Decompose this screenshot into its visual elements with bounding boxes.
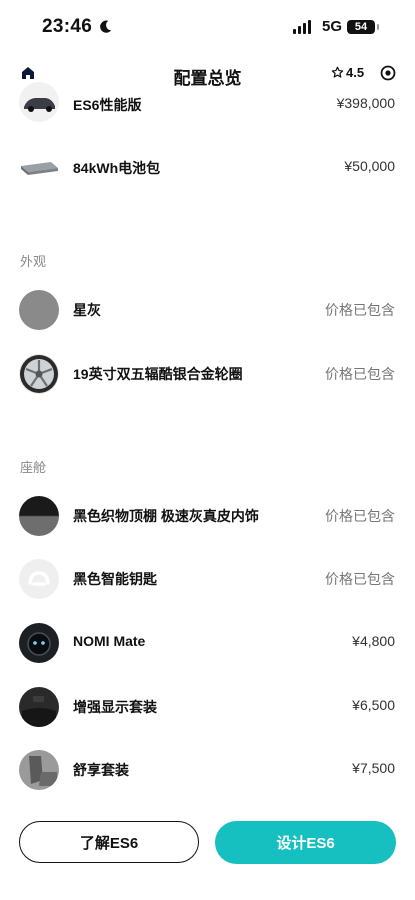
list-item-price: 价格已包含 [325, 571, 395, 587]
list-item-label: 19英寸双五辐酷银合金轮圈 [73, 366, 243, 382]
list-item-price: 价格已包含 [325, 302, 395, 318]
list-item-interior[interactable]: 黑色织物顶棚 极速灰真皮内饰 价格已包含 [0, 490, 415, 542]
list-item-label: 84kWh电池包 [73, 160, 161, 176]
list-item-label: ES6性能版 [73, 97, 142, 113]
list-item-price: ¥7,500 [352, 760, 395, 776]
signal-bars-icon [293, 20, 311, 34]
list-item-label: 舒享套装 [73, 762, 129, 778]
display-thumb [19, 687, 59, 727]
learn-button[interactable]: 了解ES6 [19, 821, 199, 863]
list-item-wheel[interactable]: 19英寸双五辐酷银合金轮圈 价格已包含 [0, 348, 415, 400]
battery-level: 54 [354, 21, 368, 33]
list-item-label: 黑色智能钥匙 [73, 571, 157, 587]
list-item-label: 黑色织物顶棚 极速灰真皮内饰 [73, 508, 259, 524]
paint-swatch-thumb [19, 290, 59, 330]
key-thumb [19, 559, 59, 599]
list-item-price: ¥398,000 [336, 95, 395, 111]
nomi-thumb [19, 623, 59, 663]
list-item-paint[interactable]: 星灰 价格已包含 [0, 284, 415, 336]
list-item-price: ¥4,800 [352, 633, 395, 649]
list-item-label: 增强显示套装 [73, 699, 157, 715]
list-item-label: NOMI Mate [73, 633, 146, 649]
wheel-thumb [19, 354, 59, 394]
network-label: 5G [322, 18, 343, 35]
moon-icon [100, 20, 112, 33]
bottom-action-bar: 了解ES6 设计ES6 [0, 812, 415, 874]
list-item-seat[interactable]: 舒享套装 ¥7,500 [0, 744, 415, 796]
list-item-price: ¥50,000 [344, 158, 395, 174]
list-item-price: ¥6,500 [352, 697, 395, 713]
status-time: 23:46 [42, 16, 93, 37]
list-item-battery[interactable]: 84kWh电池包 ¥50,000 [0, 142, 415, 194]
list-item-nomi[interactable]: NOMI Mate ¥4,800 [0, 617, 415, 669]
section-title-cabin: 座舱 [20, 460, 47, 475]
section-title-exterior: 外观 [20, 254, 47, 269]
interior-swatch-thumb [19, 496, 59, 536]
car-thumb [19, 82, 59, 122]
list-item-price: 价格已包含 [325, 508, 395, 524]
list-item-car[interactable]: ES6性能版 ¥398,000 [0, 78, 415, 130]
list-item-price: 价格已包含 [325, 366, 395, 382]
battery-pack-thumb [19, 148, 59, 188]
list-item-display[interactable]: 增强显示套装 ¥6,500 [0, 681, 415, 733]
design-button[interactable]: 设计ES6 [215, 821, 396, 864]
seat-thumb [19, 750, 59, 790]
list-item-key[interactable]: 黑色智能钥匙 价格已包含 [0, 553, 415, 605]
battery-indicator: 54 [347, 20, 379, 34]
status-bar: 23:46 5G 54 [0, 0, 415, 56]
list-item-label: 星灰 [73, 302, 101, 318]
